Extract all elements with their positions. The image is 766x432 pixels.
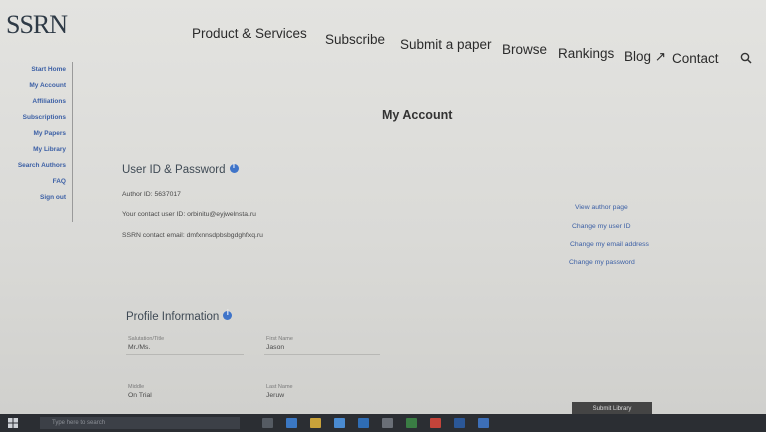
field-underline [264, 354, 380, 355]
info-icon[interactable] [223, 310, 233, 321]
contact-user-id-row: Your contact user ID: orbinitu@eyjwelnst… [122, 211, 256, 218]
change-password-link[interactable]: Change my password [569, 259, 635, 266]
middle-label: Middle [128, 384, 145, 390]
last-name-field[interactable]: Jeruw [266, 392, 284, 399]
mail-icon[interactable] [358, 418, 369, 428]
ssrn-logo[interactable]: SSRN [6, 10, 68, 40]
sidebar-item-my-library[interactable]: My Library [33, 146, 66, 153]
sidebar-item-home[interactable]: Start Home [31, 66, 66, 73]
view-author-page-link[interactable]: View author page [575, 204, 628, 211]
chrome-icon[interactable] [430, 418, 441, 428]
windows-start-icon[interactable] [8, 418, 18, 428]
page-title: My Account [382, 108, 453, 122]
nav-product-services[interactable]: Product & Services [192, 26, 307, 41]
windows-taskbar: Type here to search [0, 414, 766, 432]
first-name-label: First Name [266, 336, 293, 342]
sidebar-item-my-account[interactable]: My Account [29, 82, 66, 89]
search-icon[interactable] [740, 52, 752, 64]
store-icon[interactable] [334, 418, 345, 428]
field-underline [126, 354, 244, 355]
nav-contact[interactable]: Contact [672, 51, 719, 66]
app-icon[interactable] [382, 418, 393, 428]
sidebar-item-sign-out[interactable]: Sign out [40, 194, 66, 201]
profile-section-title: Profile Information [126, 310, 233, 323]
change-email-link[interactable]: Change my email address [570, 241, 649, 248]
first-name-field[interactable]: Jason [266, 344, 284, 351]
excel-icon[interactable] [406, 418, 417, 428]
user-id-section-title: User ID & Password [122, 163, 239, 176]
site-header: SSRN Product & Services Subscribe Submit… [0, 0, 766, 66]
word-icon[interactable] [454, 418, 465, 428]
edge-icon[interactable] [286, 418, 297, 428]
account-sidebar: Start Home My Account Affiliations Subsc… [0, 62, 73, 222]
taskbar-search-input[interactable]: Type here to search [40, 417, 240, 429]
profile-section-label: Profile Information [126, 311, 220, 323]
sidebar-item-search-authors[interactable]: Search Authors [18, 162, 66, 169]
last-name-label: Last Name [266, 384, 293, 390]
nav-rankings[interactable]: Rankings [558, 46, 614, 61]
sidebar-item-my-papers[interactable]: My Papers [33, 130, 66, 137]
salutation-label: Salutation/Title [128, 336, 165, 342]
outlook-icon[interactable] [478, 418, 489, 428]
sidebar-item-faq[interactable]: FAQ [53, 178, 66, 185]
sidebar-item-subscriptions[interactable]: Subscriptions [23, 114, 66, 121]
contact-email-row: SSRN contact email: dmfxnnsdpbsbgdghfxq.… [122, 232, 263, 239]
task-view-icon[interactable] [262, 418, 273, 428]
info-icon[interactable] [229, 163, 239, 174]
nav-blog[interactable]: Blog ↗ [624, 49, 666, 65]
nav-subscribe[interactable]: Subscribe [325, 32, 385, 47]
nav-browse[interactable]: Browse [502, 42, 547, 57]
author-id-row: Author ID: 5637017 [122, 191, 181, 198]
screen: SSRN Product & Services Subscribe Submit… [0, 0, 766, 432]
user-id-section-label: User ID & Password [122, 164, 226, 176]
file-explorer-icon[interactable] [310, 418, 321, 428]
middle-field[interactable]: On Trial [128, 392, 152, 399]
sidebar-item-affiliations[interactable]: Affiliations [32, 98, 66, 105]
nav-submit-paper[interactable]: Submit a paper [400, 37, 492, 52]
salutation-field[interactable]: Mr./Ms. [128, 344, 150, 351]
change-user-id-link[interactable]: Change my user ID [572, 223, 631, 230]
